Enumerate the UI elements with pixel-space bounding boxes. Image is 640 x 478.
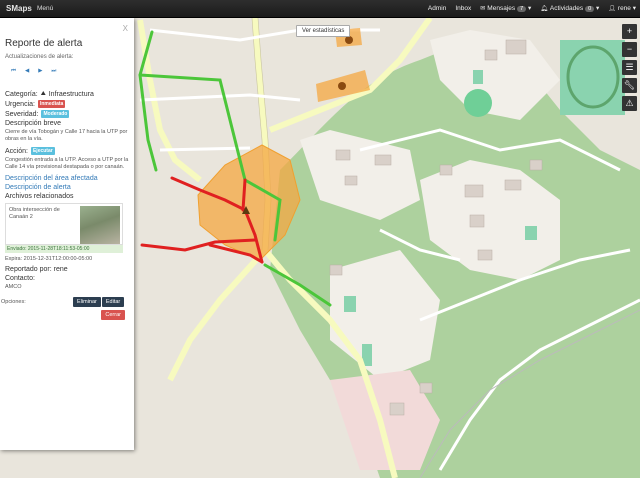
severity-badge: Moderado — [41, 110, 70, 118]
brand-logo[interactable]: SMaps — [6, 4, 32, 13]
last-page-icon[interactable]: ⏭ — [51, 68, 56, 75]
alert-description-link[interactable]: Descripción de alerta — [5, 184, 129, 191]
road-icon: ⛰︎ — [40, 91, 46, 97]
sports-field — [560, 40, 625, 115]
navbar-right: Admin Inbox ✉ Mensajes 7 ▾ 🔔︎ Actividades 0 … — [428, 4, 636, 12]
edit-button[interactable]: Editar — [101, 297, 125, 307]
menu-button[interactable]: Menú — [37, 5, 53, 12]
messages-menu[interactable]: ✉ Mensajes 7 ▾ — [480, 4, 531, 12]
file-name: Obra intersección de Canaán 2 — [9, 207, 60, 220]
top-navbar: SMaps Menú Admin Inbox ✉ Mensajes 7 ▾ 🔔︎ Ac… — [0, 0, 640, 18]
minus-icon[interactable]: − — [622, 42, 637, 57]
action-label: Acción: — [5, 147, 28, 155]
contact-label: Contacto: — [5, 275, 35, 282]
stats-button[interactable]: Ver estadísticas — [296, 25, 351, 37]
action-badge: Ejecutar — [30, 147, 55, 155]
urgency-row: Urgencia: Inmediata — [5, 100, 129, 108]
stadium — [464, 89, 492, 117]
files-label: Archivos relacionados — [5, 193, 74, 200]
brief-text: Cierre de vía Tobogán y Calle 17 hacia l… — [5, 129, 128, 142]
messages-label: Mensajes — [487, 5, 516, 12]
sent-timestamp: Enviado: 2015-11-28T18:11:53-05:00 — [5, 245, 123, 253]
brief-label: Descripción breve — [5, 120, 62, 127]
reported-by: Reportado por: rene — [5, 266, 68, 273]
action-text: Congestión entrada a la UTP. Acceso a UT… — [5, 157, 129, 170]
delete-button[interactable]: Eliminar — [73, 297, 101, 307]
urgency-label: Urgencia: — [5, 100, 35, 108]
expires-timestamp: Expira: 2015-12-31T12:00:00-05:00 — [5, 256, 93, 262]
file-thumbnail[interactable] — [80, 206, 120, 244]
warning-icon[interactable]: ⚠︎ — [622, 96, 637, 111]
panel-subtitle: Actualizaciones de alerta: — [5, 54, 74, 60]
bell-icon: 🔔︎ — [540, 6, 548, 12]
layers-icon[interactable]: ☰ — [622, 60, 637, 75]
inbox-link[interactable]: Inbox — [455, 5, 471, 12]
category-label: Categoría: — [5, 91, 38, 98]
options-row: Opciones: Eliminar Editar — [1, 297, 129, 307]
options-label: Opciones: — [1, 298, 26, 305]
map-toolbar: + − ☰ 🔧︎ ⚠︎ — [622, 24, 637, 111]
activities-count-badge: 0 — [585, 6, 595, 12]
contact-value: AMCO — [5, 284, 22, 290]
wrench-icon[interactable]: 🔧︎ — [622, 78, 637, 93]
close-icon[interactable]: X — [123, 24, 128, 33]
activities-label: Actividades — [549, 5, 584, 12]
close-button[interactable]: Cerrar — [101, 310, 125, 320]
category-value: Infraestructura — [48, 91, 94, 98]
category-row: Categoría: ⛰︎ Infraestructura — [5, 91, 129, 98]
first-page-icon[interactable]: ⏮ — [11, 68, 16, 75]
user-menu[interactable]: 👤︎ rene ▾ — [608, 4, 636, 12]
messages-count-badge: 7 — [517, 6, 527, 12]
close-row: Cerrar — [5, 310, 129, 320]
severity-row: Severidad: Moderado — [5, 110, 129, 118]
admin-link[interactable]: Admin — [428, 5, 446, 12]
urgency-badge: Inmediata — [37, 100, 66, 108]
area-description-link[interactable]: Descripción del área afectada — [5, 175, 129, 182]
severity-label: Severidad: — [5, 110, 39, 118]
plus-icon[interactable]: + — [622, 24, 637, 39]
user-label: rene — [617, 5, 631, 12]
envelope-icon: ✉ — [480, 6, 486, 12]
activities-menu[interactable]: 🔔︎ Actividades 0 ▾ — [540, 4, 599, 12]
update-pager: ⏮ ◀ ▶ ⏭ — [11, 68, 129, 75]
user-icon: 👤︎ — [608, 6, 616, 12]
prev-page-icon[interactable]: ◀ — [25, 68, 29, 75]
next-page-icon[interactable]: ▶ — [38, 68, 42, 75]
panel-title: Reporte de alerta — [5, 38, 83, 49]
alert-panel: X Reporte de alerta Actualizaciones de a… — [0, 18, 134, 450]
file-card[interactable]: Obra intersección de Canaán 2 — [5, 203, 123, 245]
action-row: Acción: Ejecutar — [5, 147, 129, 155]
